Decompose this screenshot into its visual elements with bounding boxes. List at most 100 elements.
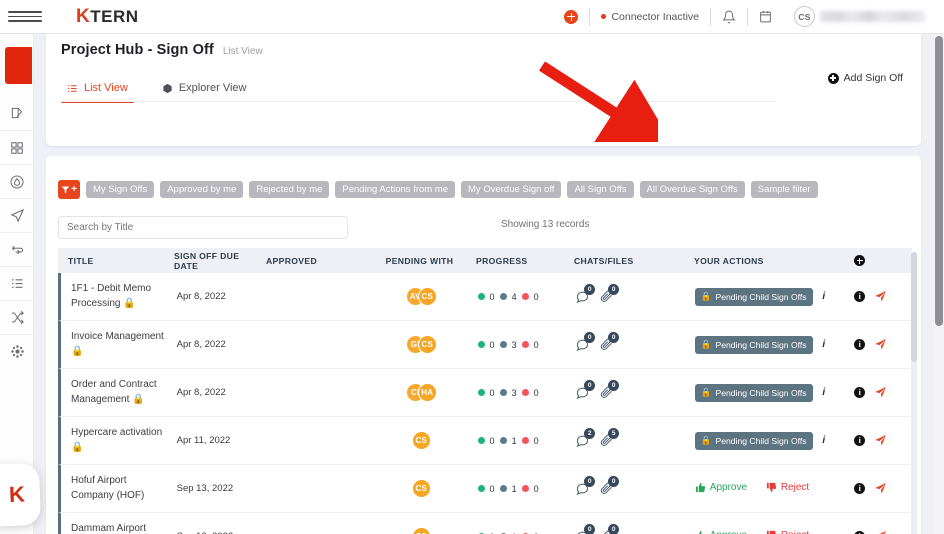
approve-button[interactable]: Approve: [695, 530, 747, 534]
send-icon[interactable]: [874, 386, 887, 399]
info-icon[interactable]: i: [822, 291, 825, 302]
attachment-icon[interactable]: 0: [599, 283, 620, 307]
status-badge[interactable]: 🔒 Pending Child Sign Offs: [694, 335, 813, 354]
cell-title[interactable]: Hypercare activation 🔒: [61, 426, 173, 455]
chip-sample-filter[interactable]: Sample filter: [750, 181, 818, 198]
chat-icon[interactable]: 0: [575, 523, 596, 534]
connector-status[interactable]: Connector Inactive: [590, 6, 710, 28]
cell-title[interactable]: Hofuf Airport Company (HOF): [61, 474, 173, 503]
attachment-icon[interactable]: 5: [599, 427, 620, 451]
sidebar-item-active[interactable]: [5, 47, 32, 84]
sidebar-item-dashboard[interactable]: [0, 130, 34, 164]
search-input[interactable]: [58, 216, 348, 239]
help-widget-button[interactable]: K: [0, 462, 42, 528]
column-header-title[interactable]: Title: [58, 256, 170, 266]
global-add-button[interactable]: [553, 6, 589, 28]
attachment-icon[interactable]: 0: [599, 331, 620, 355]
status-badge[interactable]: 🔒 Pending Child Sign Offs: [694, 287, 813, 306]
add-sign-off-button[interactable]: Add Sign Off: [827, 72, 903, 84]
refresh-icon: [11, 245, 23, 255]
send-icon[interactable]: [874, 482, 887, 495]
attachment-icon[interactable]: 0: [599, 379, 620, 403]
attachment-icon[interactable]: 0: [599, 523, 620, 534]
column-header-your-actions[interactable]: Your Actions: [690, 256, 850, 266]
table-row[interactable]: 1F1 - Debit Memo Processing 🔒 Apr 8, 202…: [58, 273, 912, 321]
chip-approved-by-me[interactable]: Approved by me: [160, 181, 244, 198]
avatar[interactable]: CS: [417, 335, 437, 354]
sidebar-items: [0, 96, 34, 368]
column-config-button[interactable]: [850, 255, 912, 266]
chip-my-sign-offs[interactable]: My Sign Offs: [86, 181, 155, 198]
chip-all-sign-offs[interactable]: All Sign Offs: [567, 181, 634, 198]
chip-my-overdue-sign-off[interactable]: My Overdue Sign off: [461, 181, 562, 198]
avatar[interactable]: HA: [417, 383, 437, 402]
progress-green-count: 0: [489, 435, 495, 446]
chat-icon[interactable]: 2: [575, 427, 596, 451]
avatar[interactable]: CS: [411, 527, 431, 534]
cell-title[interactable]: Dammam Airport Company (DMM): [61, 522, 173, 534]
approve-button[interactable]: Approve: [695, 482, 747, 493]
calendar-button[interactable]: [748, 6, 783, 28]
lock-icon: 🔒: [700, 291, 712, 301]
chip-rejected-by-me[interactable]: Rejected by me: [249, 181, 330, 198]
column-header-pending-with[interactable]: Pending With: [367, 256, 472, 266]
cell-progress: 0 1 0: [474, 484, 572, 494]
send-icon[interactable]: [874, 434, 887, 447]
sidebar-item-drop[interactable]: [0, 164, 34, 198]
status-badge[interactable]: 🔒 Pending Child Sign Offs: [694, 431, 813, 450]
chat-icon[interactable]: 0: [575, 283, 596, 307]
hamburger-icon[interactable]: [8, 11, 42, 22]
table-scrollbar-thumb[interactable]: [911, 252, 917, 362]
notifications-button[interactable]: [711, 6, 747, 28]
tab-list-view[interactable]: List View: [61, 74, 134, 103]
info-icon[interactable]: i: [822, 339, 825, 350]
user-menu[interactable]: CS: [783, 6, 936, 28]
chat-icon[interactable]: 0: [575, 475, 596, 499]
chat-icon[interactable]: 0: [575, 379, 596, 403]
page-scrollbar-thumb[interactable]: [935, 36, 943, 326]
chip-pending-actions-from-me[interactable]: Pending Actions from me: [335, 181, 456, 198]
column-header-approved[interactable]: Approved: [262, 256, 367, 266]
info-icon[interactable]: i: [822, 435, 825, 446]
reject-button[interactable]: Reject: [766, 482, 809, 493]
details-info-icon[interactable]: i: [854, 387, 866, 398]
avatar[interactable]: CS: [411, 479, 431, 498]
details-info-icon[interactable]: i: [854, 291, 866, 302]
column-header-progress[interactable]: Progress: [472, 256, 570, 266]
tab-explorer-view[interactable]: Explorer View: [156, 74, 253, 103]
cell-your-actions: Approve Reject: [691, 482, 850, 496]
table-row[interactable]: Dammam Airport Company (DMM) Sep 13, 202…: [58, 513, 912, 534]
avatar[interactable]: CS: [417, 287, 437, 306]
info-icon[interactable]: i: [822, 387, 825, 398]
send-icon[interactable]: [874, 530, 887, 534]
details-info-icon[interactable]: i: [854, 483, 866, 494]
sidebar-item-settings[interactable]: [0, 334, 34, 368]
cell-title[interactable]: Invoice Management 🔒: [61, 330, 173, 359]
funnel-icon: [61, 186, 70, 194]
add-filter-button[interactable]: +: [58, 180, 80, 199]
chip-all-overdue-sign-offs[interactable]: All Overdue Sign Offs: [639, 181, 745, 198]
cell-title[interactable]: Order and Contract Management 🔒: [61, 378, 173, 407]
details-info-icon[interactable]: i: [854, 339, 866, 350]
sidebar-item-list[interactable]: [0, 266, 34, 300]
chat-count-badge: 0: [584, 283, 596, 295]
column-header-due-date[interactable]: Sign Off Due Date: [170, 251, 262, 271]
table-row[interactable]: Hofuf Airport Company (HOF) Sep 13, 2022…: [58, 465, 912, 513]
table-row[interactable]: Invoice Management 🔒 Apr 8, 2022 GI CS 0…: [58, 321, 912, 369]
cell-title[interactable]: 1F1 - Debit Memo Processing 🔒: [61, 282, 173, 311]
attachment-icon[interactable]: 0: [599, 475, 620, 499]
send-icon[interactable]: [874, 338, 887, 351]
details-info-icon[interactable]: i: [854, 435, 866, 446]
sidebar-item-edit[interactable]: [0, 96, 34, 130]
chat-icon[interactable]: 0: [575, 331, 596, 355]
status-badge[interactable]: 🔒 Pending Child Sign Offs: [694, 383, 813, 402]
table-row[interactable]: Hypercare activation 🔒 Apr 11, 2022 CS 0: [58, 417, 912, 465]
send-icon[interactable]: [874, 290, 887, 303]
sidebar-item-send[interactable]: [0, 198, 34, 232]
reject-button[interactable]: Reject: [766, 530, 809, 534]
table-row[interactable]: Order and Contract Management 🔒 Apr 8, 2…: [58, 369, 912, 417]
column-header-chats-files[interactable]: Chats/Files: [570, 256, 690, 266]
avatar[interactable]: CS: [411, 431, 431, 450]
sidebar-item-shuffle[interactable]: [0, 300, 34, 334]
sidebar-item-sync[interactable]: [0, 232, 34, 266]
